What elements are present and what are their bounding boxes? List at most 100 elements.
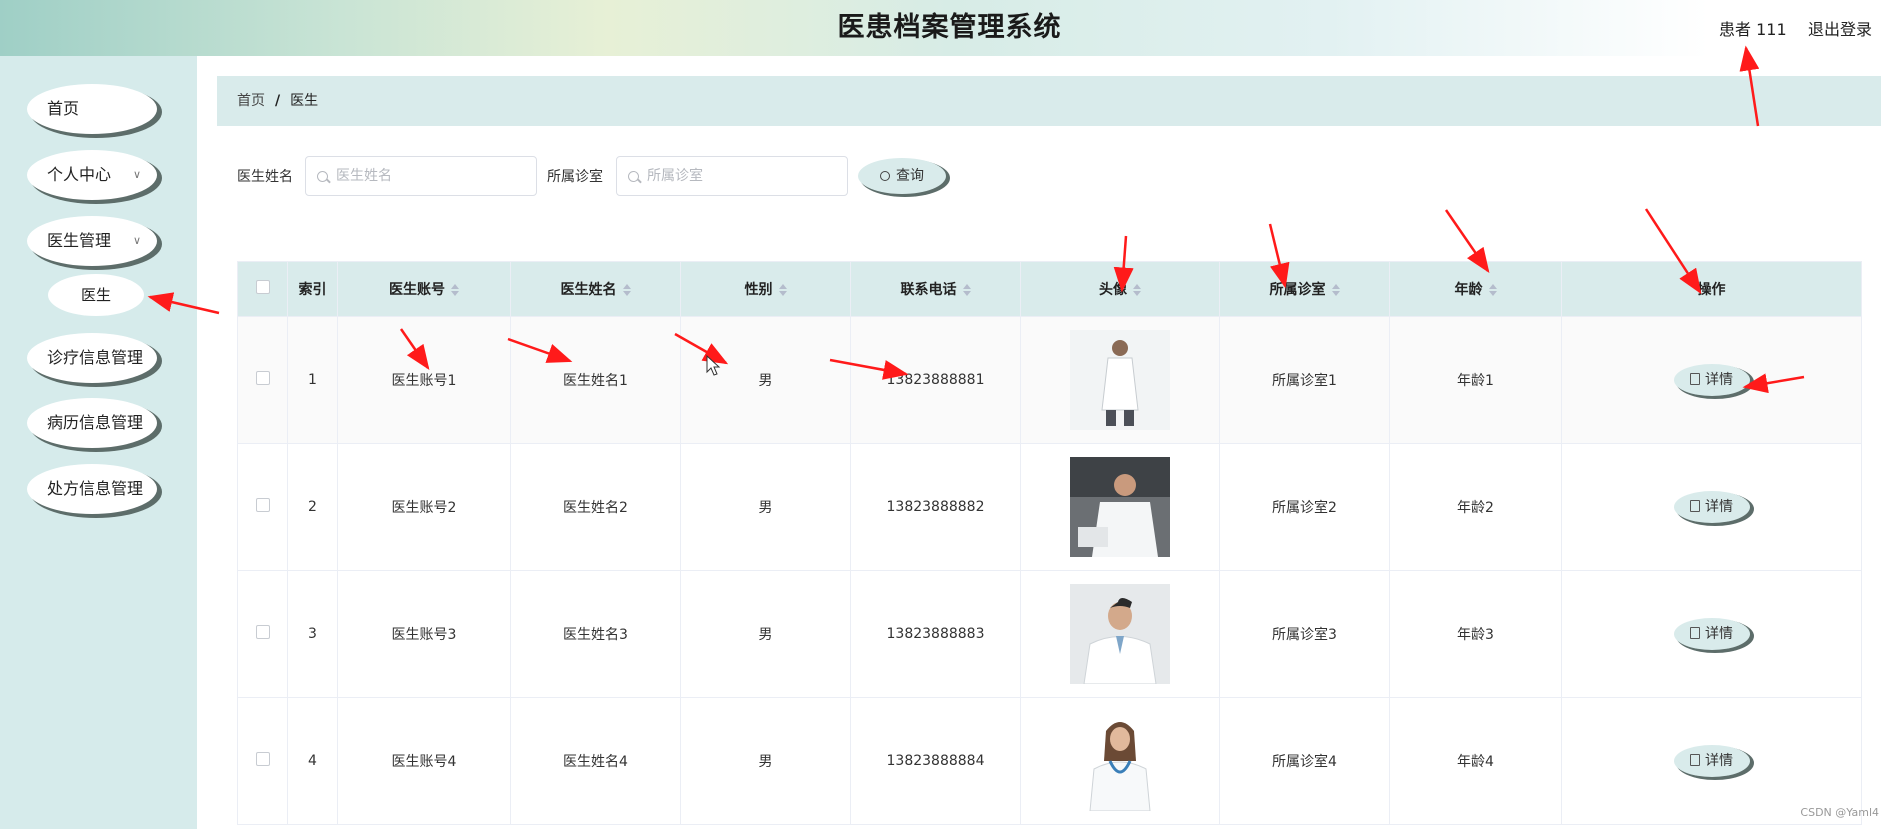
doctor-table: 索引 医生账号 医生姓名 性别 联系电话 头像 所属诊室 年龄 操作 1 医生账… [237,261,1862,825]
cell-name: 医生姓名2 [510,443,681,571]
cell-gender: 男 [680,316,851,444]
cell-gender: 男 [680,443,851,571]
detail-button-label: 详情 [1705,626,1733,642]
breadcrumb: 首页 / 医生 [217,76,1881,126]
table-row: 4 医生账号4 医生姓名4 男 13823888884 所属诊室4 年龄4 详情 [237,697,1862,825]
table-header-row: 索引 医生账号 医生姓名 性别 联系电话 头像 所属诊室 年龄 操作 [237,261,1862,317]
cell-action: 详情 [1561,316,1862,444]
header-clinic[interactable]: 所属诊室 [1219,261,1390,317]
detail-button-label: 详情 [1705,499,1733,515]
sidebar-item-home[interactable]: 首页 [27,84,157,134]
cell-name: 医生姓名4 [510,697,681,825]
row-checkbox[interactable] [255,625,270,639]
sort-icon[interactable] [1133,284,1141,296]
sort-icon[interactable] [451,284,459,296]
query-button[interactable]: 查询 [858,158,946,194]
cell-account: 医生账号3 [337,570,511,698]
detail-button[interactable]: 详情 [1673,491,1750,523]
cell-phone: 13823888881 [850,316,1021,444]
doctor-avatar[interactable] [1070,711,1170,811]
watermark: CSDN @Yaml4 [1800,806,1879,819]
row-select-cell [237,697,288,825]
row-select-cell [237,316,288,444]
sort-icon[interactable] [1331,284,1340,296]
sort-icon[interactable] [778,284,787,296]
sort-icon[interactable] [1488,284,1497,296]
sidebar-item-personal-center[interactable]: 个人中心 ∨ [27,150,157,200]
row-checkbox[interactable] [255,371,270,385]
cell-phone: 13823888883 [850,570,1021,698]
cell-avatar [1020,443,1220,571]
header-account[interactable]: 医生账号 [337,261,511,317]
cell-name: 医生姓名1 [510,316,681,444]
select-all-checkbox[interactable] [255,280,270,294]
clinic-input[interactable]: 所属诊室 [616,156,848,196]
sidebar-subitem-doctor[interactable]: 医生 [48,274,144,316]
sidebar-item-label: 医生管理 [47,231,112,250]
sort-icon[interactable] [962,284,971,296]
chevron-down-icon: ∨ [132,168,141,181]
row-select-cell [237,570,288,698]
cell-phone: 13823888882 [850,443,1021,571]
doctor-avatar[interactable] [1070,457,1170,557]
cell-gender: 男 [680,570,851,698]
search-icon [317,171,328,182]
header-gender[interactable]: 性别 [680,261,851,317]
sidebar-item-diagnosis-info[interactable]: 诊疗信息管理 [27,333,157,383]
cell-clinic: 所属诊室2 [1219,443,1390,571]
document-icon [1690,627,1700,639]
row-select-cell [237,443,288,571]
header-action-label: 操作 [1697,282,1726,298]
sidebar-item-doctor-management[interactable]: 医生管理 ∨ [27,216,157,266]
document-icon [1690,500,1700,512]
header-phone-label: 联系电话 [900,282,957,298]
header-age[interactable]: 年龄 [1389,261,1562,317]
cell-clinic: 所属诊室1 [1219,316,1390,444]
app-title: 医患档案管理系统 [837,12,1062,43]
doctor-avatar[interactable] [1070,584,1170,684]
header-account-label: 医生账号 [389,282,445,298]
doctor-avatar[interactable] [1070,330,1170,430]
row-checkbox[interactable] [255,498,270,512]
detail-button[interactable]: 详情 [1673,618,1750,650]
sidebar-item-label: 处方信息管理 [47,479,144,498]
cell-phone: 13823888884 [850,697,1021,825]
header-action: 操作 [1561,261,1862,317]
cell-action: 详情 [1561,443,1862,571]
header-index: 索引 [287,261,338,317]
header-gender-label: 性别 [744,282,773,298]
cell-avatar [1020,697,1220,825]
document-icon [1690,754,1700,766]
query-button-label: 查询 [896,168,924,184]
cell-index: 1 [287,316,338,444]
detail-button[interactable]: 详情 [1673,745,1750,777]
header-index-label: 索引 [298,282,327,298]
doctor-name-input[interactable]: 医生姓名 [305,156,537,196]
header-phone[interactable]: 联系电话 [850,261,1021,317]
cell-index: 4 [287,697,338,825]
row-checkbox[interactable] [255,752,270,766]
doctor-name-placeholder: 医生姓名 [336,168,392,184]
cell-clinic: 所属诊室4 [1219,697,1390,825]
breadcrumb-home[interactable]: 首页 [237,93,265,109]
cell-account: 医生账号4 [337,697,511,825]
current-user: 患者 111 [1719,20,1787,39]
logout-link[interactable]: 退出登录 [1808,16,1872,40]
cell-account: 医生账号1 [337,316,511,444]
header-age-label: 年龄 [1454,282,1483,298]
header-avatar-label: 头像 [1099,282,1127,298]
sort-icon[interactable] [622,284,631,296]
sidebar-item-label: 诊疗信息管理 [47,348,144,367]
table-row: 3 医生账号3 医生姓名3 男 13823888883 所属诊室3 年龄3 详情 [237,570,1862,698]
search-icon [880,171,890,181]
header-name[interactable]: 医生姓名 [510,261,681,317]
header-clinic-label: 所属诊室 [1269,282,1326,298]
cell-age: 年龄4 [1389,697,1562,825]
detail-button[interactable]: 详情 [1673,364,1750,396]
breadcrumb-current: 医生 [290,93,319,109]
detail-button-label: 详情 [1705,372,1733,388]
sidebar-item-medical-records[interactable]: 病历信息管理 [27,398,157,448]
header-avatar[interactable]: 头像 [1020,261,1220,317]
sidebar-item-prescriptions[interactable]: 处方信息管理 [27,464,157,514]
document-icon [1690,373,1700,385]
